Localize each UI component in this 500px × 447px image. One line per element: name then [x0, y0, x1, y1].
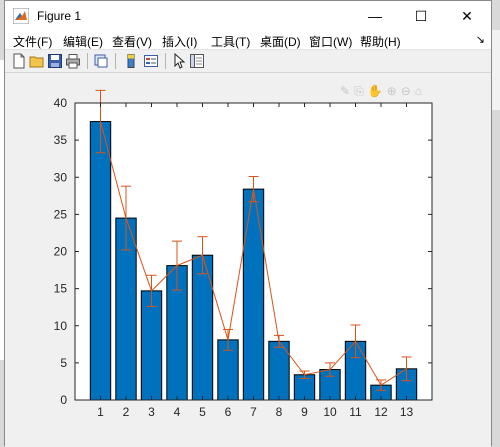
x-tick-label: 13 — [400, 405, 414, 419]
bar — [242, 188, 265, 401]
y-tick-label: 35 — [54, 133, 68, 147]
bar — [89, 121, 112, 401]
y-tick-label: 15 — [54, 282, 68, 296]
bar-chart[interactable]: 05101520253035401 2 3 4 5 6 7 8 9 10 11 12 13 — [0, 0, 500, 446]
x-tick-label: 2 — [123, 405, 130, 419]
y-tick-label: 30 — [54, 170, 68, 184]
y-tick-label: 10 — [54, 319, 68, 333]
x-tick-label: 8 — [276, 405, 283, 419]
x-tick-label: 6 — [225, 405, 232, 419]
x-tick-label: 7 — [250, 405, 257, 419]
x-tick-label: 10 — [323, 405, 337, 419]
x-tick-label: 5 — [199, 405, 206, 419]
y-tick-label: 5 — [60, 356, 67, 370]
x-tick-label: 4 — [174, 405, 181, 419]
x-tick-label: 3 — [148, 405, 155, 419]
y-tick-label: 40 — [54, 96, 68, 110]
x-tick-label: 12 — [374, 405, 388, 419]
y-tick-label: 0 — [60, 393, 67, 407]
x-tick-label: 9 — [301, 405, 308, 419]
y-tick-label: 20 — [54, 245, 68, 259]
y-tick-label: 25 — [54, 207, 68, 221]
x-tick-label: 1 — [97, 405, 104, 419]
x-tick-label: 11 — [349, 405, 362, 419]
bar — [140, 290, 163, 401]
bar — [191, 254, 214, 401]
